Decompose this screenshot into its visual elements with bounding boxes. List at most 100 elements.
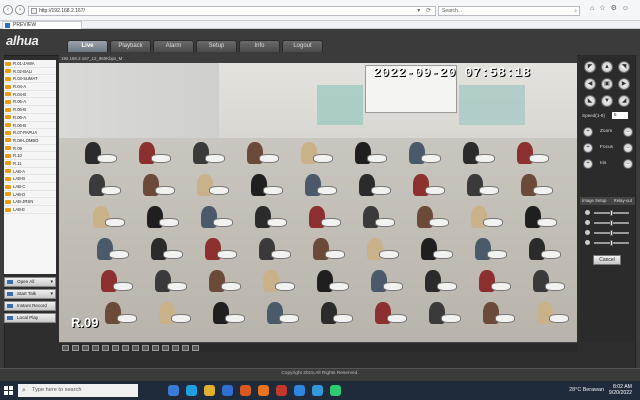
camera-list-item[interactable]: R.05-A: [4, 98, 56, 107]
camera-list-item[interactable]: R.06-A: [4, 114, 56, 122]
search-icon[interactable]: ⌕: [574, 7, 577, 15]
camera-label: R.08-LOMBO: [13, 137, 39, 143]
speed-select[interactable]: 5: [612, 112, 628, 119]
split-screen-icon[interactable]: [172, 345, 179, 351]
focus-out-icon[interactable]: −: [623, 143, 633, 153]
camera-list-item[interactable]: R.10: [4, 152, 56, 160]
back-icon[interactable]: ‹: [3, 5, 13, 15]
address-bar[interactable]: http://192.168.2.167/ ▾ ⟳: [28, 6, 436, 16]
camera-list-item[interactable]: R.06-B: [4, 122, 56, 130]
slider-knob[interactable]: [610, 210, 613, 216]
saturation-slider[interactable]: [585, 230, 631, 236]
contrast-slider[interactable]: [585, 220, 631, 226]
taskbar-search-input[interactable]: ⌕ Type here to search: [18, 384, 138, 397]
ptz-up-icon[interactable]: ▲: [601, 61, 613, 73]
dvr-web-app: alhua Live Playback Alarm Setup Info Log…: [0, 29, 640, 381]
instant-record-button[interactable]: Instant Record: [4, 301, 56, 311]
open-all-button[interactable]: Open All ▾: [4, 277, 56, 287]
refresh-icon[interactable]: ▾ ⟳: [417, 7, 433, 15]
split-screen-icon[interactable]: [72, 345, 79, 351]
nav-setup[interactable]: Setup: [196, 40, 237, 52]
nav-playback[interactable]: Playback: [110, 40, 151, 52]
split-screen-icon[interactable]: [152, 345, 159, 351]
camera-list-item[interactable]: R.08-LOMBO: [4, 137, 56, 145]
split-screen-icon[interactable]: [132, 345, 139, 351]
chrome-icon[interactable]: [330, 385, 341, 396]
ptz-down-right-icon[interactable]: ◢: [618, 95, 630, 107]
chevron-down-icon[interactable]: ▾: [50, 278, 53, 286]
split-screen-icon[interactable]: [182, 345, 189, 351]
system-clock[interactable]: 8:02 AM 9/20/2022: [609, 384, 632, 396]
zoom-in-icon[interactable]: +: [583, 127, 593, 137]
camera-list-item[interactable]: R.02-BALI: [4, 68, 56, 76]
iris-open-icon[interactable]: +: [583, 159, 593, 169]
ptz-down-left-icon[interactable]: ◣: [584, 95, 596, 107]
camera-list-item[interactable]: R.01-JAWA: [4, 60, 56, 68]
desk: [479, 186, 499, 195]
split-screen-icon[interactable]: [112, 345, 119, 351]
slider-knob[interactable]: [610, 240, 613, 246]
slider-knob[interactable]: [610, 230, 613, 236]
ptz-up-left-icon[interactable]: ◤: [584, 61, 596, 73]
camera-list-item[interactable]: R.07-PAPUA: [4, 129, 56, 137]
camera-list-item[interactable]: R.04-B: [4, 91, 56, 99]
zoom-out-icon[interactable]: −: [623, 127, 633, 137]
store-icon[interactable]: [222, 385, 233, 396]
office-icon[interactable]: [240, 385, 251, 396]
cancel-button[interactable]: Cancel: [593, 255, 621, 265]
ptz-left-icon[interactable]: ◀: [584, 78, 596, 90]
app-icon[interactable]: [312, 385, 323, 396]
camera-list-item[interactable]: LAB-D: [4, 191, 56, 199]
windows-start-icon[interactable]: [4, 386, 13, 395]
nav-live[interactable]: Live: [67, 40, 108, 52]
camera-list-item[interactable]: LAB-B: [4, 175, 56, 183]
start-talk-button[interactable]: Start Talk ▾: [4, 289, 56, 299]
firefox-icon[interactable]: [258, 385, 269, 396]
camera-list-item[interactable]: LAB-A: [4, 168, 56, 176]
video-view[interactable]: 192.168.2.167_12_960Kbps_M 2022-09-20 07…: [59, 55, 577, 342]
camera-list-item[interactable]: R.03-SUMAT: [4, 75, 56, 84]
slider-knob[interactable]: [610, 220, 613, 226]
task-view-icon[interactable]: [168, 385, 179, 396]
local-play-button[interactable]: Local Play: [4, 313, 56, 323]
split-screen-icon[interactable]: [192, 345, 199, 351]
split-screen-icon[interactable]: [142, 345, 149, 351]
camera-list-item[interactable]: LAB-E: [4, 206, 56, 214]
tab-image-setup[interactable]: Image Setup: [582, 198, 606, 203]
chevron-down-icon[interactable]: ▾: [50, 290, 53, 298]
hue-slider[interactable]: [585, 240, 631, 246]
camera-list-item[interactable]: LAB-JRSN: [4, 198, 56, 207]
iris-close-icon[interactable]: −: [623, 159, 633, 169]
camera-list-item[interactable]: R.04-A: [4, 83, 56, 91]
camera-list-item[interactable]: R.11: [4, 160, 56, 168]
brightness-slider[interactable]: [585, 210, 631, 216]
focus-in-icon[interactable]: +: [583, 143, 593, 153]
tab-preview[interactable]: PREVIEW: [2, 21, 82, 29]
app-icon[interactable]: [294, 385, 305, 396]
split-screen-icon[interactable]: [92, 345, 99, 351]
ptz-center-icon[interactable]: ▣: [601, 78, 613, 90]
ptz-right-icon[interactable]: ▶: [618, 78, 630, 90]
split-screen-icon[interactable]: [162, 345, 169, 351]
edge-icon[interactable]: [186, 385, 197, 396]
forward-icon[interactable]: ›: [15, 5, 25, 15]
tab-relay-out[interactable]: Relay-out: [614, 197, 632, 205]
file-explorer-icon[interactable]: [204, 385, 215, 396]
weather-widget[interactable]: 28°C Berawan: [569, 387, 604, 393]
browser-search-input[interactable]: Search... ⌕: [438, 6, 580, 16]
ptz-down-icon[interactable]: ▼: [601, 95, 613, 107]
camera-list-item[interactable]: LAB-C: [4, 183, 56, 191]
split-screen-icon[interactable]: [82, 345, 89, 351]
desk: [437, 282, 457, 291]
app-icon[interactable]: [276, 385, 287, 396]
camera-list-item[interactable]: R.09: [4, 145, 56, 153]
nav-alarm[interactable]: Alarm: [153, 40, 194, 52]
nav-info[interactable]: Info: [239, 40, 280, 52]
nav-logout[interactable]: Logout: [282, 40, 323, 52]
ptz-up-right-icon[interactable]: ◥: [618, 61, 630, 73]
split-screen-icon[interactable]: [102, 345, 109, 351]
split-screen-icon[interactable]: [122, 345, 129, 351]
camera-list-item[interactable]: R.05-B: [4, 106, 56, 114]
browser-icons[interactable]: ⌂☆⚙☺: [590, 4, 634, 12]
split-screen-icon[interactable]: [62, 345, 69, 351]
